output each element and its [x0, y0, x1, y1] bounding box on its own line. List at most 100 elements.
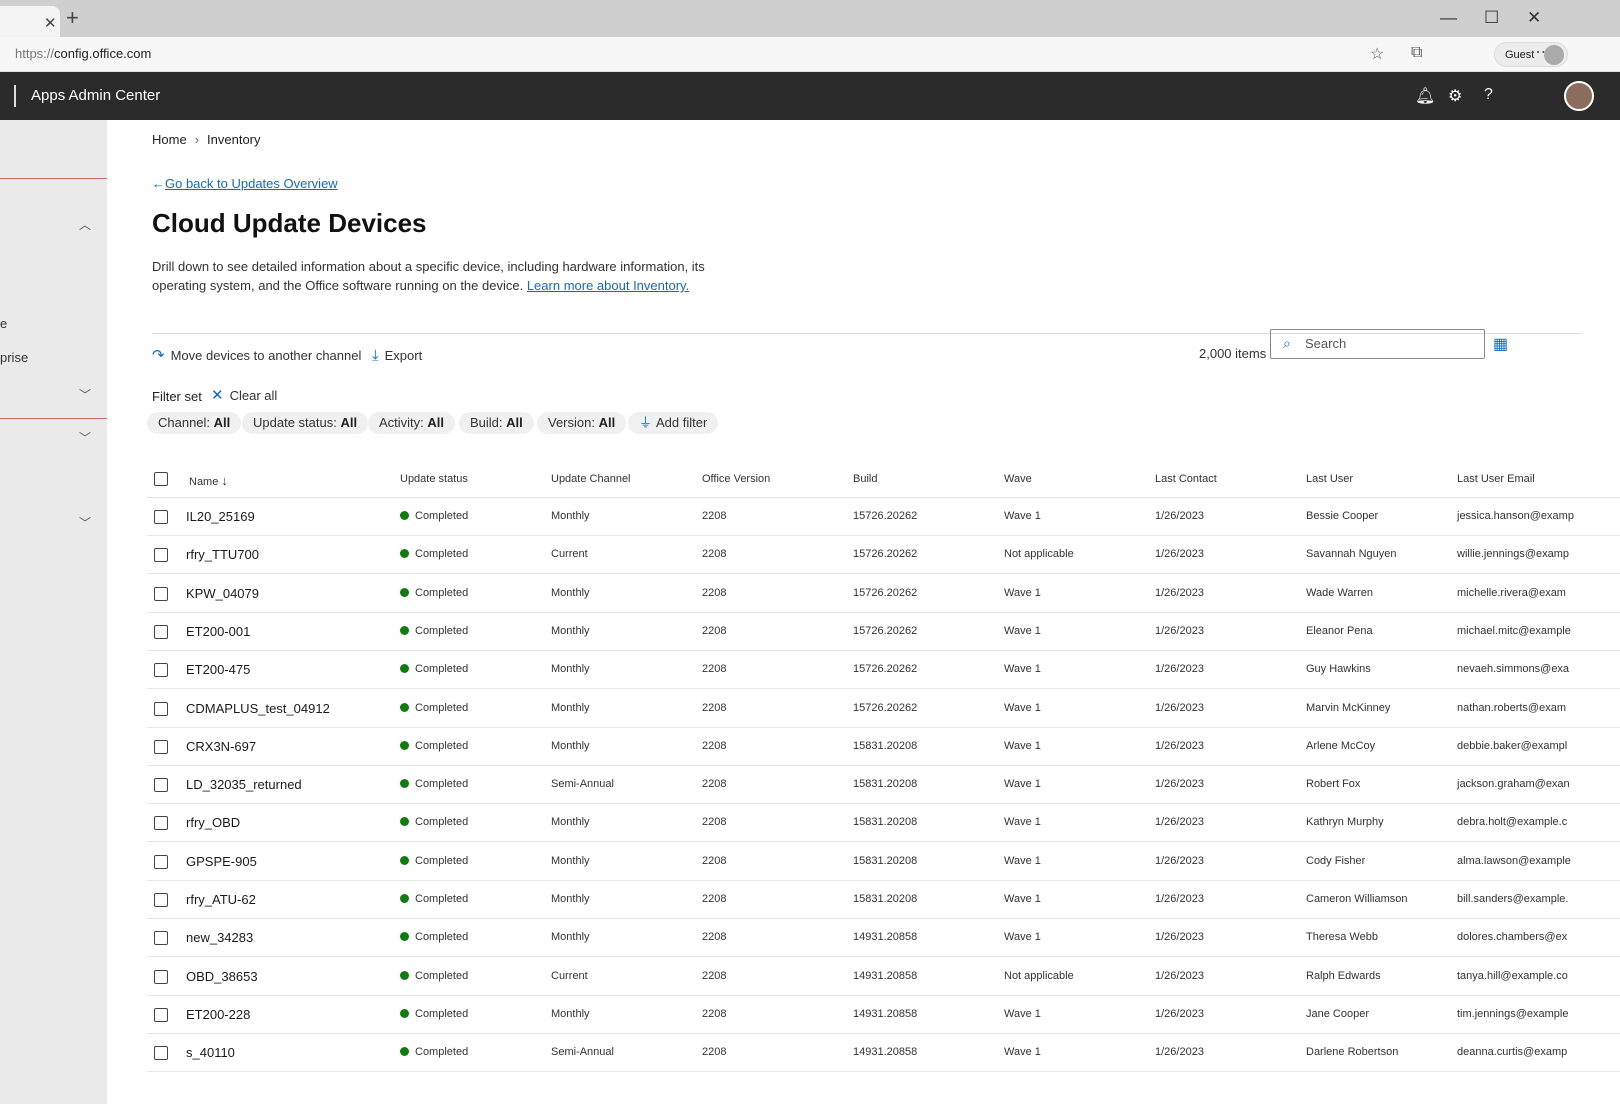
- row-checkbox[interactable]: [154, 969, 168, 984]
- row-checkbox[interactable]: [154, 816, 168, 831]
- cell-build: 15831.20208: [853, 854, 918, 867]
- bell-icon[interactable]: 🔔︎: [1415, 86, 1435, 106]
- clear-all-button[interactable]: ✕ Clear all: [211, 386, 277, 404]
- close-tab-icon[interactable]: ✕: [44, 14, 57, 32]
- row-checkbox[interactable]: [154, 701, 168, 716]
- cell-device-name[interactable]: ET200-001: [186, 624, 250, 639]
- maximize-icon[interactable]: ☐: [1484, 8, 1499, 28]
- column-header-last-user[interactable]: Last User: [1306, 473, 1353, 485]
- move-devices-button[interactable]: ↷ Move devices to another channel: [152, 338, 361, 374]
- url-field[interactable]: https://config.office.com: [15, 46, 151, 61]
- chevron-up-icon[interactable]: ︿: [79, 216, 91, 233]
- search-input[interactable]: [1305, 336, 1475, 351]
- close-window-icon[interactable]: ✕: [1527, 8, 1541, 28]
- favorite-star-icon[interactable]: ☆: [1370, 44, 1384, 64]
- cell-office-version: 2208: [702, 701, 727, 714]
- help-icon[interactable]: ?: [1484, 86, 1493, 104]
- cell-device-name[interactable]: KPW_04079: [186, 586, 259, 601]
- gear-icon[interactable]: ⚙: [1448, 86, 1462, 106]
- column-header-office-version[interactable]: Office Version: [702, 473, 770, 485]
- search-box[interactable]: ⌕: [1270, 329, 1485, 359]
- chevron-down-icon[interactable]: ﹀: [79, 386, 91, 403]
- table-row[interactable]: rfry_OBD Completed Monthly 2208 15831.20208 W…: [147, 804, 1620, 843]
- collections-icon[interactable]: ⧉: [1411, 44, 1422, 62]
- cell-device-name[interactable]: ET200-475: [186, 662, 250, 677]
- table-row[interactable]: ET200-228 Completed Monthly 2208 14931.20858…: [147, 996, 1620, 1034]
- row-checkbox[interactable]: [154, 931, 168, 946]
- chevron-down-icon[interactable]: ﹀: [79, 514, 91, 531]
- export-button[interactable]: ⤓ Export: [372, 338, 422, 374]
- row-checkbox[interactable]: [154, 739, 168, 754]
- column-header-wave[interactable]: Wave: [1004, 473, 1032, 485]
- table-row[interactable]: new_34283 Completed Monthly 2208 14931.20858…: [147, 919, 1620, 958]
- select-all-checkbox[interactable]: [154, 472, 168, 486]
- row-checkbox[interactable]: [154, 624, 168, 639]
- user-avatar[interactable]: [1564, 81, 1594, 111]
- breadcrumb-home[interactable]: Home: [152, 132, 187, 147]
- table-row[interactable]: OBD_38653 Completed Current 2208 14931.20858…: [147, 958, 1620, 996]
- column-header-update-channel[interactable]: Update Channel: [551, 473, 631, 485]
- cell-device-name[interactable]: CDMAPLUS_test_04912: [186, 701, 330, 716]
- cell-device-name[interactable]: rfry_OBD: [186, 815, 240, 830]
- sidebar-item-fragment[interactable]: e: [0, 316, 7, 331]
- table-row[interactable]: LD_32035_returned Completed Semi-Annual 220…: [147, 766, 1620, 805]
- cell-last-contact: 1/26/2023: [1155, 663, 1204, 676]
- filter-pill-build[interactable]: Build: All: [459, 412, 534, 434]
- cell-update-channel: Monthly: [551, 624, 590, 637]
- table-row[interactable]: ET200-001 Completed Monthly 2208 15726.20262…: [147, 613, 1620, 651]
- column-options-icon[interactable]: ▦: [1493, 334, 1508, 354]
- cell-device-name[interactable]: LD_32035_returned: [186, 777, 302, 792]
- cell-device-name[interactable]: GPSPE-905: [186, 854, 257, 869]
- table-row[interactable]: IL20_25169 Completed Monthly 2208 15726.2026…: [147, 498, 1620, 536]
- cell-office-version: 2208: [702, 1007, 727, 1020]
- row-checkbox[interactable]: [154, 586, 168, 601]
- browser-tab[interactable]: ✕: [0, 6, 60, 37]
- cell-device-name[interactable]: CRX3N-697: [186, 739, 256, 754]
- more-options-icon[interactable]: ⋯: [1530, 42, 1546, 62]
- table-row[interactable]: rfry_TTU700 Completed Current 2208 15726.202…: [147, 536, 1620, 575]
- row-checkbox[interactable]: [154, 893, 168, 907]
- cell-device-name[interactable]: rfry_ATU-62: [186, 892, 256, 907]
- new-tab-icon[interactable]: +: [66, 7, 79, 29]
- table-row[interactable]: KPW_04079 Completed Monthly 2208 15726.20262…: [147, 575, 1620, 613]
- table-row[interactable]: CDMAPLUS_test_04912 Completed Monthly 2208 1…: [147, 690, 1620, 728]
- table-header: Name ↓ Update status Update Channel Offi…: [147, 465, 1620, 498]
- chevron-down-icon[interactable]: ﹀: [79, 429, 91, 446]
- cell-device-name[interactable]: rfry_TTU700: [186, 547, 259, 562]
- table-row[interactable]: CRX3N-697 Completed Monthly 2208 15831.20208…: [147, 728, 1620, 766]
- column-header-last-user-email[interactable]: Last User Email: [1457, 473, 1535, 485]
- row-checkbox[interactable]: [154, 1007, 168, 1022]
- table-row[interactable]: ET200-475 Completed Monthly 2208 15726.20262…: [147, 651, 1620, 690]
- row-checkbox[interactable]: [154, 663, 168, 678]
- row-checkbox[interactable]: [154, 854, 168, 869]
- row-checkbox[interactable]: [154, 778, 168, 793]
- table-row[interactable]: s_40110 Completed Semi-Annual 2208 14931.208…: [147, 1034, 1620, 1073]
- table-row[interactable]: rfry_ATU-62 Completed Monthly 2208 15831.202…: [147, 881, 1620, 919]
- filter-pill-channel[interactable]: Channel: All: [147, 412, 242, 434]
- back-link[interactable]: ←Go back to Updates Overview: [152, 176, 338, 191]
- cell-device-name[interactable]: ET200-228: [186, 1007, 250, 1022]
- add-filter-button[interactable]: ⏚ Add filter: [628, 412, 719, 434]
- learn-more-link[interactable]: Learn more about Inventory.: [527, 278, 689, 293]
- filter-pill-update-status[interactable]: Update status: All: [242, 412, 369, 434]
- filter-pill-version[interactable]: Version: All: [537, 412, 627, 434]
- cell-device-name[interactable]: OBD_38653: [186, 969, 258, 984]
- column-header-build[interactable]: Build: [853, 473, 877, 485]
- row-checkbox[interactable]: [154, 1046, 168, 1061]
- row-checkbox[interactable]: [154, 510, 168, 524]
- cell-device-name[interactable]: new_34283: [186, 930, 253, 945]
- row-checkbox[interactable]: [154, 548, 168, 563]
- cell-update-status: Completed: [400, 548, 468, 560]
- filter-pill-activity[interactable]: Activity: All: [368, 412, 456, 434]
- column-header-update-status[interactable]: Update status: [400, 473, 468, 485]
- column-header-name[interactable]: Name ↓: [189, 473, 228, 488]
- sidebar-item-enterprise[interactable]: prise: [0, 350, 28, 365]
- column-header-last-contact[interactable]: Last Contact: [1155, 473, 1217, 485]
- table-row[interactable]: GPSPE-905 Completed Monthly 2208 15831.20208…: [147, 843, 1620, 881]
- app-title[interactable]: Apps Admin Center: [31, 87, 160, 104]
- cell-device-name[interactable]: IL20_25169: [186, 509, 255, 524]
- status-dot-icon: [400, 549, 409, 559]
- cell-last-contact: 1/26/2023: [1155, 778, 1204, 791]
- cell-device-name[interactable]: s_40110: [186, 1045, 235, 1060]
- minimize-icon[interactable]: —: [1440, 8, 1457, 28]
